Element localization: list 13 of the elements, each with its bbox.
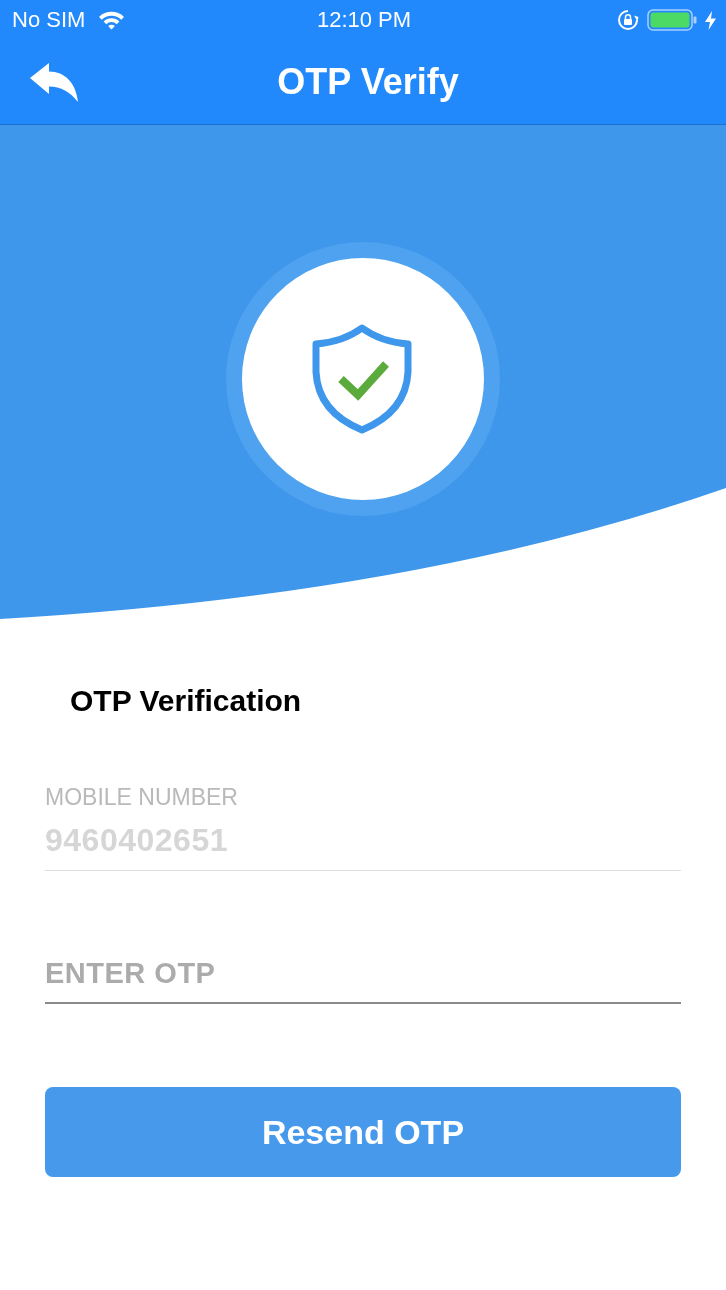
screen-title: OTP Verify bbox=[277, 61, 459, 103]
otp-input-field[interactable]: ENTER OTP bbox=[45, 953, 681, 1004]
resend-otp-button[interactable]: Resend OTP bbox=[45, 1087, 681, 1177]
time-text: 12:10 PM bbox=[316, 7, 412, 33]
shield-check-icon bbox=[312, 324, 412, 434]
rotation-lock-icon bbox=[617, 9, 639, 31]
battery-icon bbox=[647, 9, 697, 31]
mobile-number-label: MOBILE NUMBER bbox=[45, 784, 238, 810]
carrier-text: No SIM bbox=[12, 7, 86, 33]
back-icon[interactable] bbox=[30, 63, 78, 103]
form-heading: OTP Verification bbox=[70, 683, 302, 719]
charging-bolt-icon bbox=[705, 10, 716, 30]
wifi-icon bbox=[98, 10, 126, 30]
